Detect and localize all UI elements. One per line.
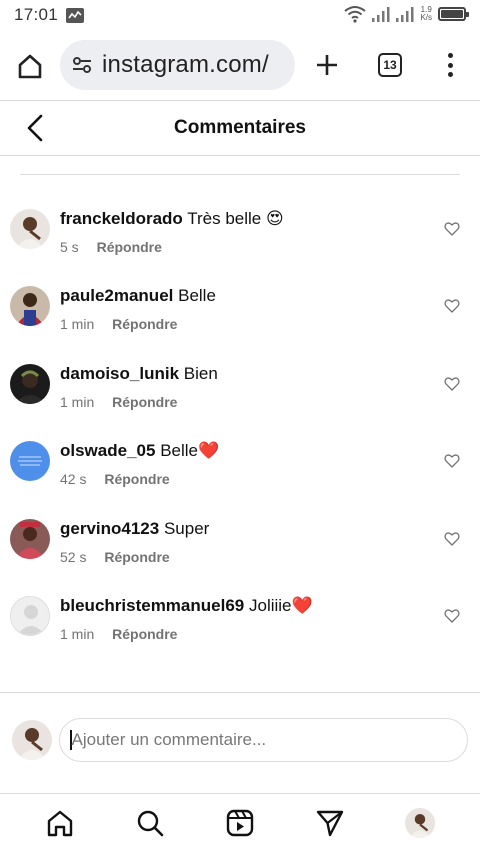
- comment-time: 5 s: [60, 239, 79, 255]
- wifi-icon: [344, 6, 367, 23]
- avatar[interactable]: [10, 519, 50, 559]
- comments-header: Commentaires: [0, 101, 480, 155]
- comment-username[interactable]: damoiso_lunik: [60, 364, 179, 383]
- heart-icon[interactable]: [444, 376, 460, 392]
- comment-input-placeholder: Ajouter un commentaire...: [71, 730, 267, 749]
- comment-time: 52 s: [60, 549, 87, 565]
- reels-icon[interactable]: [225, 808, 255, 838]
- reply-button[interactable]: Répondre: [112, 626, 177, 642]
- heart-icon[interactable]: [444, 221, 460, 237]
- avatar[interactable]: [10, 286, 50, 326]
- comment-text: bleuchristemmanuel69 Joliiie❤️: [60, 596, 313, 616]
- comment-time: 42 s: [60, 471, 87, 487]
- reply-button[interactable]: Répondre: [104, 549, 169, 565]
- status-indicators: 1.9 K/s: [344, 5, 469, 23]
- tune-icon[interactable]: [72, 56, 92, 74]
- comment-time: 1 min: [60, 316, 95, 332]
- comment-username[interactable]: olswade_05: [60, 441, 155, 460]
- comment-username[interactable]: gervino4123: [60, 519, 159, 538]
- reply-button[interactable]: Répondre: [97, 239, 162, 255]
- reply-button[interactable]: Répondre: [112, 394, 177, 410]
- comment-time: 1 min: [60, 394, 95, 410]
- reply-button[interactable]: Répondre: [104, 471, 169, 487]
- comment-username[interactable]: bleuchristemmanuel69: [60, 596, 244, 615]
- search-icon[interactable]: [135, 808, 165, 838]
- comment-item: damoiso_lunik Bien 1 min Répondre: [0, 364, 480, 434]
- comment-text: franckeldorado Très belle 😍: [60, 209, 284, 229]
- browser-toolbar: instagram.com/ 13: [0, 38, 480, 94]
- comment-body: Belle: [178, 286, 216, 305]
- comment-item: bleuchristemmanuel69 Joliiie❤️ 1 min Rép…: [0, 596, 480, 666]
- comment-text: olswade_05 Belle❤️: [60, 441, 219, 461]
- signal-bars-icon-2: [396, 7, 414, 22]
- tab-count: 13: [383, 58, 397, 72]
- activity-graph-icon: [66, 7, 85, 23]
- default-avatar[interactable]: [10, 596, 50, 636]
- comment-body: Joliiie❤️: [248, 596, 313, 615]
- comment-meta: 52 s Répondre: [60, 549, 170, 565]
- divider: [20, 174, 460, 175]
- comment-meta: 1 min Répondre: [60, 316, 177, 332]
- direct-message-icon[interactable]: [315, 808, 345, 838]
- comment-username[interactable]: paule2manuel: [60, 286, 173, 305]
- avatar[interactable]: [10, 441, 50, 481]
- network-speed: 1.9 K/s: [420, 6, 432, 22]
- battery-icon: [438, 7, 469, 21]
- avatar[interactable]: [10, 209, 50, 249]
- status-time: 17:01: [14, 5, 59, 24]
- comment-text: paule2manuel Belle: [60, 286, 216, 306]
- net-speed-unit: K/s: [420, 13, 432, 22]
- tab-switcher-button[interactable]: 13: [378, 53, 402, 77]
- address-bar[interactable]: instagram.com/: [60, 40, 295, 90]
- comment-username[interactable]: franckeldorado: [60, 209, 183, 228]
- heart-icon[interactable]: [444, 298, 460, 314]
- comment-input[interactable]: Ajouter un commentaire...: [59, 718, 468, 762]
- comment-item: paule2manuel Belle 1 min Répondre: [0, 286, 480, 356]
- divider: [0, 692, 480, 693]
- page-title: Commentaires: [174, 117, 306, 138]
- bottom-nav: [0, 794, 480, 854]
- status-bar: 17:01 1.9 K/s: [0, 0, 480, 30]
- comment-item: gervino4123 Super 52 s Répondre: [0, 519, 480, 589]
- heart-icon[interactable]: [444, 453, 460, 469]
- current-user-avatar: [12, 720, 52, 760]
- more-vertical-icon[interactable]: [440, 51, 460, 79]
- home-icon[interactable]: [45, 808, 75, 838]
- comment-text: damoiso_lunik Bien: [60, 364, 218, 384]
- avatar[interactable]: [10, 364, 50, 404]
- comment-text: gervino4123 Super: [60, 519, 209, 539]
- comment-body: Bien: [183, 364, 218, 383]
- heart-icon[interactable]: [444, 531, 460, 547]
- heart-icon[interactable]: [444, 608, 460, 624]
- url-text[interactable]: instagram.com/: [102, 51, 269, 79]
- comment-meta: 1 min Répondre: [60, 626, 177, 642]
- comment-meta: 42 s Répondre: [60, 471, 170, 487]
- divider: [0, 155, 480, 156]
- comment-body: Très belle 😍: [187, 209, 284, 228]
- comment-item: olswade_05 Belle❤️ 42 s Répondre: [0, 441, 480, 511]
- reply-button[interactable]: Répondre: [112, 316, 177, 332]
- comment-body: Belle❤️: [160, 441, 220, 460]
- home-icon[interactable]: [16, 52, 44, 80]
- plus-icon[interactable]: [313, 51, 341, 79]
- profile-avatar[interactable]: [405, 808, 435, 838]
- comment-body: Super: [163, 519, 210, 538]
- comment-time: 1 min: [60, 626, 95, 642]
- signal-bars-icon: [372, 7, 390, 22]
- comment-meta: 5 s Répondre: [60, 239, 162, 255]
- comment-meta: 1 min Répondre: [60, 394, 177, 410]
- comment-item: franckeldorado Très belle 😍 5 s Répondre: [0, 209, 480, 279]
- add-comment-bar: Ajouter un commentaire...: [0, 716, 480, 764]
